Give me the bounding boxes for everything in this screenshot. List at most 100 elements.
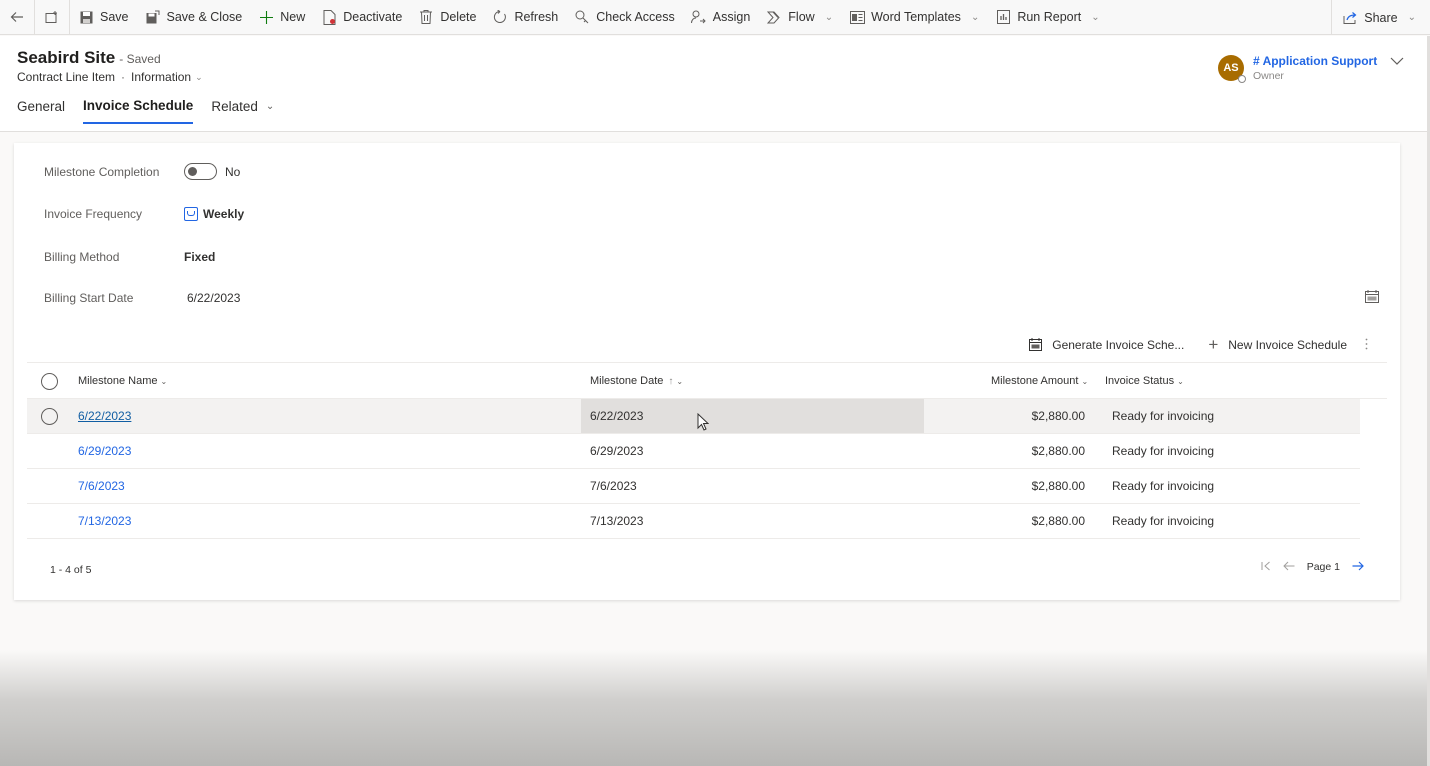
- assign-button[interactable]: Assign: [683, 0, 759, 35]
- run-report-label: Run Report: [1017, 10, 1082, 24]
- next-page-button[interactable]: [1346, 560, 1370, 574]
- more-commands-button[interactable]: [1359, 338, 1374, 352]
- record-title-text: Seabird Site: [17, 48, 116, 67]
- check-access-icon: [574, 9, 590, 25]
- tab-invoice-schedule[interactable]: Invoice Schedule: [83, 98, 194, 124]
- arrow-right-icon: [1352, 561, 1364, 571]
- milestone-amount-cell: $2,880.00: [1031, 444, 1085, 458]
- new-invoice-schedule-button[interactable]: + New Invoice Schedule: [1196, 336, 1359, 353]
- back-button[interactable]: [0, 0, 34, 35]
- invoice-schedule-grid: Milestone Name ⌄ Milestone Date ↑ ⌄ Milesto…: [27, 362, 1387, 539]
- chevron-down-icon: [1390, 57, 1404, 65]
- field-label: Invoice Frequency: [44, 207, 143, 221]
- share-button[interactable]: Share ⌄: [1331, 0, 1430, 35]
- delete-button[interactable]: Delete: [410, 0, 484, 35]
- record-count: 1 - 4 of 5: [50, 564, 92, 576]
- delete-icon: [418, 9, 434, 25]
- milestone-completion-toggle[interactable]: [184, 163, 217, 180]
- command-bar: Save Save & Close New Deactivate Delete …: [0, 0, 1430, 35]
- date-picker-button[interactable]: [1365, 290, 1379, 306]
- milestone-name-link[interactable]: 7/13/2023: [78, 504, 131, 538]
- milestone-name-link[interactable]: 6/22/2023: [78, 399, 131, 433]
- record-subtitle: Contract Line Item · Information ⌄: [17, 70, 203, 84]
- billing-start-date-field: Billing Start Date 6/22/2023: [44, 291, 240, 305]
- check-access-label: Check Access: [596, 10, 675, 24]
- table-row[interactable]: 6/29/2023 6/29/2023 $2,880.00 Ready for …: [27, 434, 1360, 469]
- tab-label: General: [17, 99, 66, 114]
- column-header-milestone-amount[interactable]: Milestone Amount ⌄: [991, 363, 1088, 399]
- column-header-milestone-name[interactable]: Milestone Name ⌄: [78, 363, 167, 399]
- invoice-frequency-lookup[interactable]: Weekly: [184, 207, 244, 221]
- save-button[interactable]: Save: [70, 0, 137, 35]
- tab-related[interactable]: Related ⌄: [211, 98, 274, 124]
- calendar-icon: [1365, 290, 1379, 303]
- plus-icon: +: [1208, 335, 1219, 354]
- milestone-amount-cell: $2,880.00: [1031, 479, 1085, 493]
- delete-label: Delete: [440, 10, 477, 24]
- previous-page-button[interactable]: [1277, 560, 1301, 574]
- header-expand-button[interactable]: [1390, 52, 1404, 68]
- assign-icon: [691, 9, 707, 25]
- column-header-milestone-date[interactable]: Milestone Date ↑ ⌄: [590, 363, 683, 399]
- tab-general[interactable]: General: [17, 98, 65, 124]
- invoice-status-cell: Ready for invoicing: [1112, 479, 1215, 493]
- assign-label: Assign: [712, 10, 751, 24]
- field-label: Billing Start Date: [44, 291, 134, 305]
- chevron-down-icon: ⌄: [160, 376, 168, 386]
- run-report-button[interactable]: Run Report ⌄: [987, 0, 1107, 35]
- separator: ·: [121, 70, 126, 84]
- avatar-initials: AS: [1223, 62, 1239, 74]
- milestone-date-cell: 7/13/2023: [590, 514, 644, 528]
- flow-icon: [766, 9, 782, 25]
- word-templates-button[interactable]: Word Templates ⌄: [841, 0, 987, 35]
- popout-button[interactable]: [35, 0, 69, 35]
- column-header-invoice-status[interactable]: Invoice Status ⌄: [1105, 363, 1184, 399]
- row-select-checkbox[interactable]: [41, 399, 58, 433]
- first-page-button[interactable]: [1255, 560, 1277, 574]
- milestone-name-link[interactable]: 6/29/2023: [78, 434, 131, 468]
- tab-list: General Invoice Schedule Related ⌄: [17, 98, 274, 124]
- new-button[interactable]: New: [250, 0, 313, 35]
- mouse-cursor-icon: [697, 413, 709, 431]
- refresh-icon: [492, 9, 508, 25]
- owner-link[interactable]: # Application Support: [1253, 54, 1377, 68]
- pager: Page 1: [1255, 560, 1370, 574]
- chevron-down-icon: ⌄: [1081, 376, 1089, 386]
- chevron-down-icon: ⌄: [1091, 11, 1100, 23]
- popout-icon: [45, 11, 57, 23]
- billing-method-field: Billing Method Fixed: [44, 250, 215, 264]
- flow-label: Flow: [788, 10, 815, 24]
- table-row[interactable]: 6/22/2023 6/22/2023 $2,880.00 Ready for …: [27, 399, 1360, 434]
- milestone-date-cell[interactable]: 6/22/2023: [581, 399, 924, 433]
- refresh-label: Refresh: [514, 10, 559, 24]
- lookup-entity-icon: [184, 207, 198, 221]
- refresh-button[interactable]: Refresh: [484, 0, 566, 35]
- deactivate-button[interactable]: Deactivate: [313, 0, 410, 35]
- row-select-radio: [41, 407, 58, 425]
- avatar: AS: [1218, 55, 1246, 83]
- save-label: Save: [100, 10, 129, 24]
- form-selector[interactable]: Information ⌄: [131, 70, 203, 84]
- select-all-radio: [41, 372, 58, 390]
- table-row[interactable]: 7/13/2023 7/13/2023 $2,880.00 Ready for …: [27, 504, 1360, 539]
- invoice-schedule-section: Milestone Completion No Invoice Frequenc…: [14, 143, 1400, 600]
- share-label: Share: [1364, 10, 1398, 25]
- generate-invoice-schedule-button[interactable]: Generate Invoice Sche...: [1017, 338, 1196, 352]
- save-close-button[interactable]: Save & Close: [137, 0, 251, 35]
- column-label: Milestone Amount: [991, 375, 1079, 387]
- table-row[interactable]: 7/6/2023 7/6/2023 $2,880.00 Ready for in…: [27, 469, 1360, 504]
- milestone-name-link[interactable]: 7/6/2023: [78, 469, 125, 503]
- billing-start-date-input[interactable]: 6/22/2023: [187, 291, 240, 305]
- subgrid-command-bar: Generate Invoice Sche... + New Invoice S…: [1017, 336, 1374, 353]
- save-close-icon: [145, 9, 161, 25]
- billing-method-value[interactable]: Fixed: [184, 250, 215, 264]
- back-icon: [10, 12, 23, 22]
- select-all-checkbox[interactable]: [41, 363, 58, 399]
- share-icon: [1342, 10, 1358, 26]
- arrow-left-icon: [1283, 561, 1295, 571]
- chevron-down-icon: ⌄: [676, 376, 684, 386]
- check-access-button[interactable]: Check Access: [566, 0, 683, 35]
- flow-button[interactable]: Flow ⌄: [758, 0, 841, 35]
- new-schedule-label: New Invoice Schedule: [1228, 337, 1347, 352]
- save-icon: [78, 9, 94, 25]
